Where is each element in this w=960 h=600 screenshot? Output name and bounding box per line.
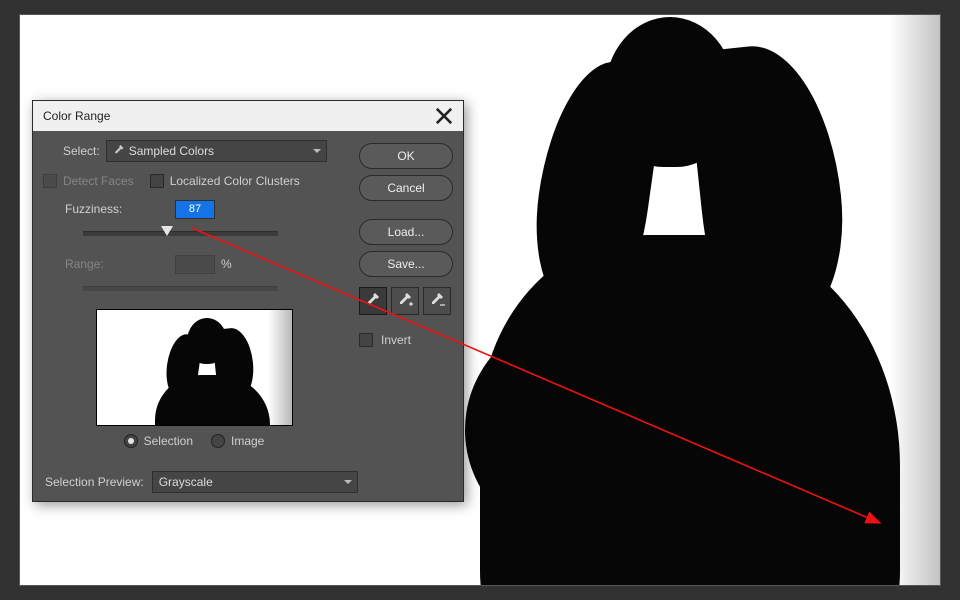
select-dropdown[interactable]: Sampled Colors [106,140,327,162]
localized-label: Localized Color Clusters [170,174,300,188]
eyedropper-icon[interactable] [359,287,387,315]
eyedropper-small-icon [113,145,125,157]
image-radio-label: Image [231,434,264,448]
dialog-title: Color Range [43,109,110,123]
close-icon[interactable] [435,107,453,125]
dialog-left-column: Select: Sampled Colors Detect Faces Loca… [43,139,345,461]
localized-checkbox[interactable] [150,174,164,188]
selection-preview-dropdown[interactable]: Grayscale [152,471,358,493]
dialog-titlebar[interactable]: Color Range [33,101,463,131]
select-label: Select: [63,144,100,158]
dialog-right-column: OK Cancel Load... Save... Invert [359,139,453,461]
cancel-button[interactable]: Cancel [359,175,453,201]
selection-preview-value: Grayscale [159,475,213,489]
fuzziness-slider-thumb[interactable] [161,226,173,236]
range-unit: % [221,257,232,271]
image-radio[interactable] [211,434,225,448]
selection-preview-thumb[interactable] [96,309,293,426]
selection-radio-label: Selection [144,434,193,448]
fuzziness-input[interactable]: 87 [175,200,215,219]
detect-faces-label: Detect Faces [63,174,134,188]
eyedropper-plus-icon[interactable] [391,287,419,315]
invert-checkbox[interactable] [359,333,373,347]
fuzziness-label: Fuzziness: [65,202,175,216]
fuzziness-slider[interactable] [83,231,278,236]
ok-button[interactable]: OK [359,143,453,169]
canvas-image [425,15,940,585]
dialog-footer: Selection Preview: Grayscale [33,463,463,501]
select-value: Sampled Colors [129,144,214,158]
invert-label: Invert [381,333,411,347]
range-label: Range: [65,257,175,271]
selection-radio[interactable] [124,434,138,448]
selection-preview-label: Selection Preview: [45,475,144,489]
load-button[interactable]: Load... [359,219,453,245]
color-range-dialog: Color Range Select: Sampled Colors Detec… [32,100,464,502]
range-slider [83,286,278,291]
eyedropper-minus-icon[interactable] [423,287,451,315]
range-input [175,255,215,274]
save-button[interactable]: Save... [359,251,453,277]
detect-faces-checkbox [43,174,57,188]
